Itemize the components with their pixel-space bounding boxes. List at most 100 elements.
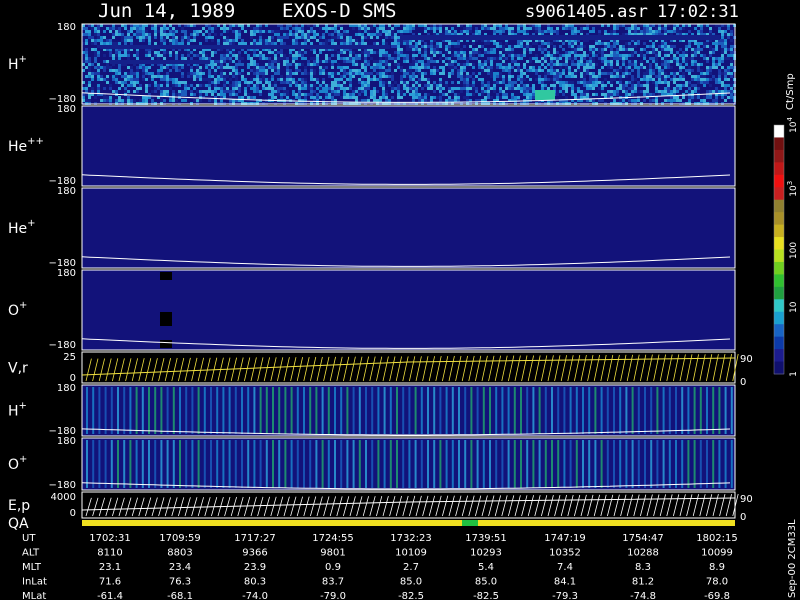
heatmap-cell (454, 60, 457, 63)
heatmap-cell (292, 93, 295, 96)
heatmap-cell (334, 54, 337, 57)
heatmap-cell (493, 51, 496, 54)
heatmap-stripe (278, 387, 281, 434)
heatmap-cell (313, 90, 316, 93)
heatmap-cell (325, 27, 328, 30)
footer-cell: 23.1 (99, 562, 121, 573)
heatmap-cell (289, 30, 292, 33)
heatmap-cell (235, 39, 238, 42)
heatmap-cell (358, 27, 361, 30)
heatmap-cell (166, 51, 169, 54)
heatmap-cell (421, 78, 424, 81)
heatmap-cell (259, 39, 262, 42)
heatmap-cell (415, 60, 418, 63)
heatmap-cell (394, 36, 397, 39)
heatmap-stripe (141, 387, 144, 434)
heatmap-cell (193, 36, 196, 39)
heatmap-cell (250, 60, 253, 63)
heatmap-cell (520, 72, 523, 75)
heatmap-cell (706, 57, 709, 60)
heatmap-cell (163, 87, 166, 90)
heatmap-stripe (445, 440, 448, 488)
heatmap-cell (541, 84, 544, 87)
heatmap-stripe (675, 440, 677, 488)
heatmap-cell (157, 57, 160, 60)
heatmap-cell (604, 72, 607, 75)
heatmap-cell (616, 48, 619, 51)
heatmap-cell (184, 93, 187, 96)
heatmap-stripe (247, 387, 250, 434)
heatmap-cell (688, 42, 691, 45)
heatmap-stripe (538, 440, 541, 488)
heatmap-cell (409, 69, 412, 72)
heatmap-cell (712, 66, 715, 69)
heatmap-cell (397, 39, 400, 42)
heatmap-cell (541, 45, 544, 48)
heatmap-cell (718, 75, 721, 78)
heatmap-cell (637, 54, 640, 57)
heatmap-cell (445, 84, 448, 87)
heatmap-stripe (191, 387, 194, 434)
heatmap-cell (187, 51, 190, 54)
heatmap-cell (406, 87, 409, 90)
heatmap-cell (268, 90, 271, 93)
heatmap-cell (376, 33, 379, 36)
heatmap-gap (160, 272, 172, 280)
heatmap-cell (682, 57, 685, 60)
heatmap-cell (340, 78, 343, 81)
heatmap-cell (169, 51, 172, 54)
heatmap-cell (703, 81, 706, 84)
heatmap-cell (154, 54, 157, 57)
heatmap-cell (277, 63, 280, 66)
heatmap-stripe (681, 387, 684, 434)
heatmap-cell (505, 63, 508, 66)
panel-label-text: H+ (8, 401, 27, 420)
heatmap-cell (469, 87, 472, 90)
heatmap-cell (409, 27, 412, 30)
heatmap-cell (619, 87, 622, 90)
heatmap-cell (664, 75, 667, 78)
heatmap-cell (424, 30, 427, 33)
heatmap-cell (97, 78, 100, 81)
heatmap-cell (85, 51, 88, 54)
heatmap-cell (502, 63, 505, 66)
footer-cell: 10099 (701, 548, 733, 559)
y-tick-bottom: −180 (49, 340, 76, 351)
heatmap-stripe (526, 440, 529, 488)
heatmap-cell (136, 81, 139, 84)
heatmap-stripe (247, 440, 250, 488)
heatmap-cell (313, 51, 316, 54)
heatmap-stripe (470, 440, 473, 488)
heatmap-cell (523, 87, 526, 90)
heatmap-panel (81, 105, 736, 187)
heatmap-cell (625, 90, 628, 93)
heatmap-cell (187, 39, 190, 42)
heatmap-cell (583, 57, 586, 60)
heatmap-cell (457, 81, 460, 84)
heatmap-cell (415, 96, 418, 99)
heatmap-cell (445, 27, 448, 30)
heatmap-cell (250, 57, 253, 60)
heatmap-cell (631, 27, 634, 30)
heatmap-cell (505, 93, 508, 96)
heatmap-cell (385, 63, 388, 66)
heatmap-cell (307, 60, 310, 63)
heatmap-cell (577, 81, 580, 84)
heatmap-cell (613, 69, 616, 72)
heatmap-stripe (619, 440, 622, 488)
heatmap-cell (199, 75, 202, 78)
heatmap-cell (721, 96, 724, 99)
heatmap-cell (244, 78, 247, 81)
heatmap-cell (520, 57, 523, 60)
y-tick-top: 180 (57, 268, 76, 279)
heatmap-cell (292, 39, 295, 42)
heatmap-cell (466, 87, 469, 90)
heatmap-cell (94, 57, 97, 60)
heatmap-cell (250, 69, 253, 72)
heatmap-cell (715, 42, 718, 45)
heatmap-cell (376, 42, 379, 45)
heatmap-cell (721, 42, 724, 45)
heatmap-cell (568, 81, 571, 84)
heatmap-cell (361, 90, 364, 93)
heatmap-cell (619, 54, 622, 57)
